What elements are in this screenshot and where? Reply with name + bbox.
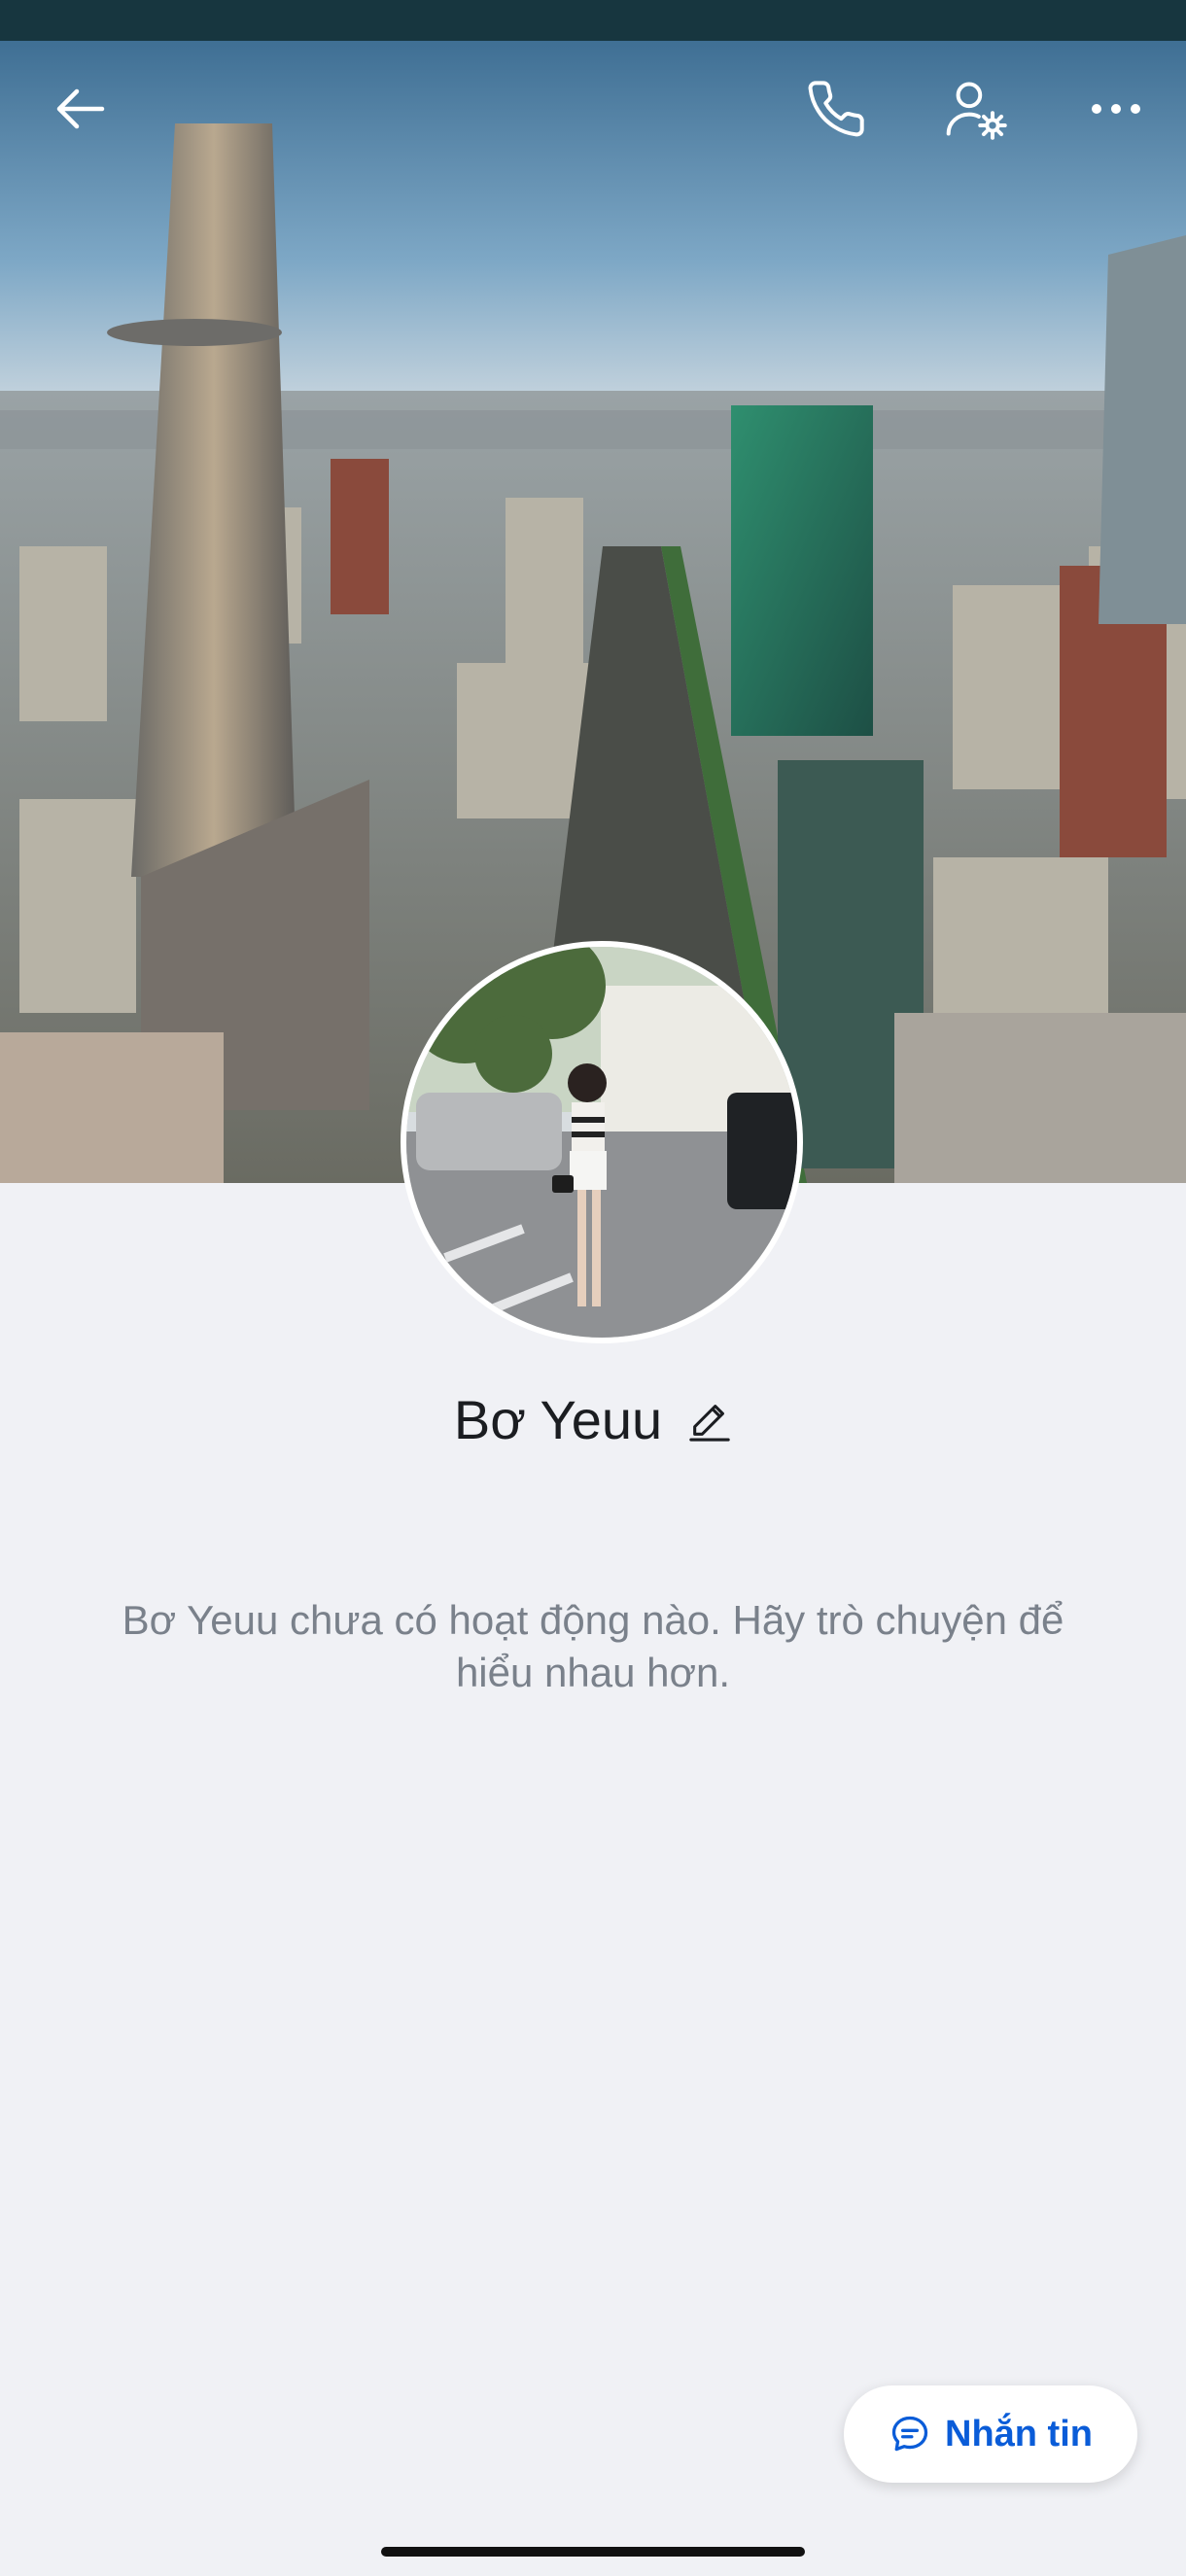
send-message-label: Nhắn tin [945,2413,1093,2454]
home-indicator[interactable] [381,2547,805,2557]
empty-activity-message: Bơ Yeuu chưa có hoạt động nào. Hãy trò c… [122,1597,1064,1695]
phone-icon [808,81,864,137]
send-message-button[interactable]: Nhắn tin [844,2385,1137,2483]
pencil-icon[interactable] [687,1397,732,1442]
status-bar [0,0,1186,41]
profile-name: Bơ Yeuu [453,1388,663,1450]
call-button[interactable] [789,62,883,156]
avatar[interactable] [401,941,803,1343]
avatar-photo [406,947,797,1338]
chat-bubble-icon [891,2416,928,2452]
arrow-left-icon [56,88,105,129]
user-settings-icon [946,82,1007,140]
profile-name-row: Bơ Yeuu [0,1380,1186,1458]
user-settings-button[interactable] [929,62,1023,156]
more-options-button[interactable] [1069,62,1163,156]
more-horizontal-icon [1092,104,1140,114]
back-button[interactable] [34,62,127,156]
